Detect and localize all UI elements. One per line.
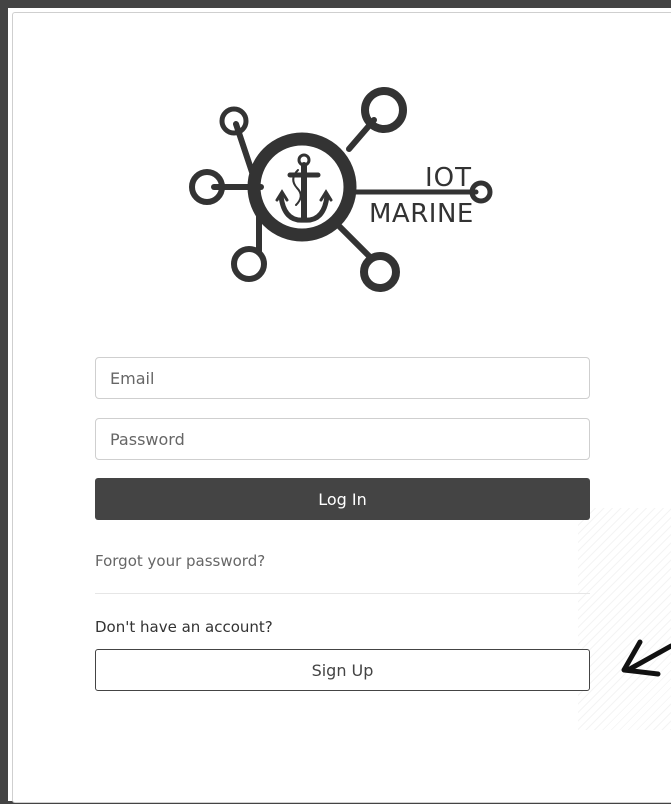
arrow-pointing-left-icon: [621, 639, 671, 677]
iot-marine-logo: IOT MARINE: [189, 87, 493, 292]
login-button[interactable]: Log In: [95, 478, 590, 520]
forgot-password-link[interactable]: Forgot your password?: [95, 552, 265, 570]
email-input[interactable]: [95, 357, 590, 399]
logo-text-marine: MARINE: [369, 199, 474, 229]
hatch-pattern: [578, 508, 671, 730]
no-account-text: Don't have an account?: [95, 618, 273, 636]
password-input[interactable]: [95, 418, 590, 460]
divider: [95, 593, 590, 594]
logo-text-iot: IOT: [425, 163, 472, 193]
signup-button[interactable]: Sign Up: [95, 649, 590, 691]
